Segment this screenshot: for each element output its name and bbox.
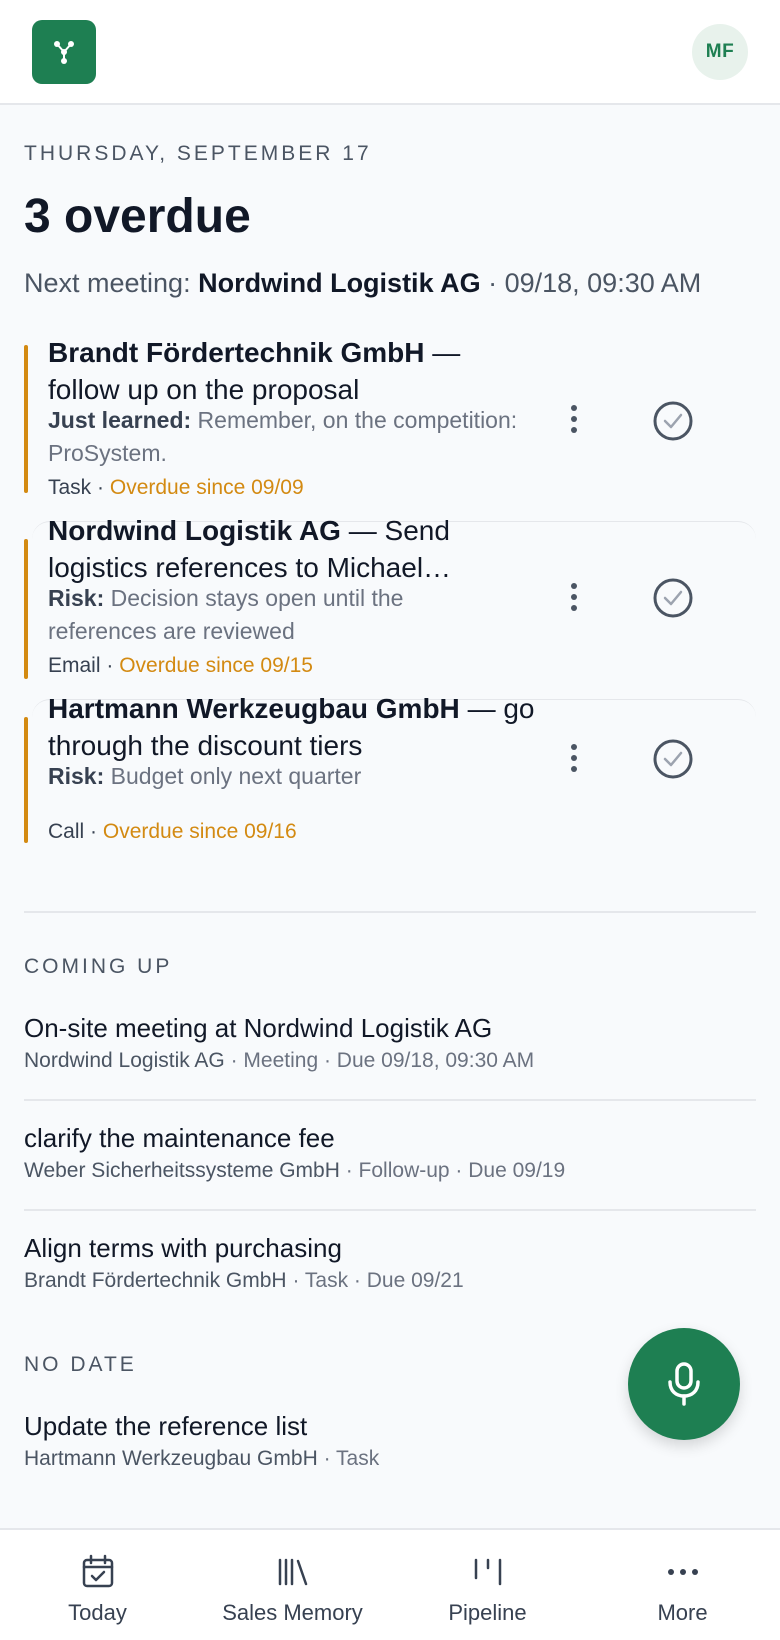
list-item[interactable]: On-site meeting at Nordwind Logistik AG … [24,1011,756,1073]
tab-today[interactable]: Today [0,1530,195,1640]
overdue-indicator [24,717,28,843]
item-title: Align terms with purchasing [24,1233,342,1263]
calendar-check-icon [82,1554,113,1588]
item-meta: Hartmann Werkzeugbau GmbH · Task [24,1447,380,1470]
next-meeting[interactable]: Next meeting: Nordwind Logistik AG · 09/… [24,266,756,300]
item-meta: Nordwind Logistik AG · Meeting · Due 09/… [24,1049,535,1072]
network-nodes-icon [54,41,74,64]
more-options-button[interactable] [562,399,586,439]
complete-check-icon[interactable] [652,577,694,619]
overdue-indicator [24,345,28,493]
card-meta: Call · Overdue since 09/16 [48,820,297,843]
bottom-tab-bar: Today Sales Memory Pipeline More [0,1528,780,1640]
item-title: clarify the maintenance fee [24,1123,335,1153]
voice-record-button[interactable] [628,1328,740,1440]
overdue-card[interactable]: Hartmann Werkzeugbau GmbH — go through t… [24,693,756,851]
item-meta: Brandt Fördertechnik GmbH · Task · Due 0… [24,1269,464,1292]
overdue-card[interactable]: Brandt Fördertechnik GmbH — follow up on… [24,337,756,515]
more-options-button[interactable] [562,577,586,617]
tab-label: More [657,1600,708,1625]
library-icon [278,1558,307,1586]
main-content: Thursday, September 17 3 overdue Next me… [24,105,756,1470]
card-meta: Email · Overdue since 09/15 [48,654,313,677]
card-note: Just learned: Remember, on the competiti… [48,407,518,466]
card-title: Nordwind Logistik AG — Send logistics re… [48,515,452,583]
next-meeting-time: · 09/18, 09:30 AM [488,268,702,298]
card-note: Risk: Budget only next quarter [48,763,362,789]
next-meeting-label: Next meeting: [24,268,191,298]
list-divider [24,1099,756,1101]
top-bar: MF [0,0,780,105]
pipeline-icon [474,1558,501,1586]
card-title: Brandt Fördertechnik GmbH — follow up on… [48,337,461,405]
list-divider [24,1209,756,1211]
more-options-button[interactable] [562,738,586,778]
tab-pipeline[interactable]: Pipeline [390,1530,585,1640]
card-title: Hartmann Werkzeugbau GmbH — go through t… [48,693,535,761]
current-date: Thursday, September 17 [24,142,372,165]
tab-label: Sales Memory [222,1600,363,1625]
overdue-indicator [24,539,28,679]
page-title: 3 overdue [24,190,251,243]
list-item[interactable]: Align terms with purchasing Brandt Förde… [24,1231,756,1293]
microphone-icon [668,1362,700,1406]
no-date-heading: No date [24,1353,137,1376]
coming-up-heading: Coming up [24,955,173,978]
tab-label: Today [68,1600,127,1625]
next-meeting-company: Nordwind Logistik AG [198,268,481,298]
complete-check-icon[interactable] [652,400,694,442]
card-note: Risk: Decision stays open until the refe… [48,585,404,644]
overdue-card[interactable]: Nordwind Logistik AG — Send logistics re… [24,515,756,693]
app-logo[interactable] [32,20,96,84]
section-divider [24,911,756,913]
avatar[interactable]: MF [692,24,748,80]
tab-more[interactable]: More [585,1530,780,1640]
tab-label: Pipeline [448,1600,527,1625]
item-meta: Weber Sicherheitssysteme GmbH · Follow-u… [24,1159,566,1182]
more-dots-icon [667,1569,698,1575]
card-meta: Task · Overdue since 09/09 [48,476,304,499]
list-item[interactable]: clarify the maintenance fee Weber Sicher… [24,1121,756,1183]
tab-sales-memory[interactable]: Sales Memory [195,1530,390,1640]
complete-check-icon[interactable] [652,738,694,780]
item-title: On-site meeting at Nordwind Logistik AG [24,1013,493,1043]
